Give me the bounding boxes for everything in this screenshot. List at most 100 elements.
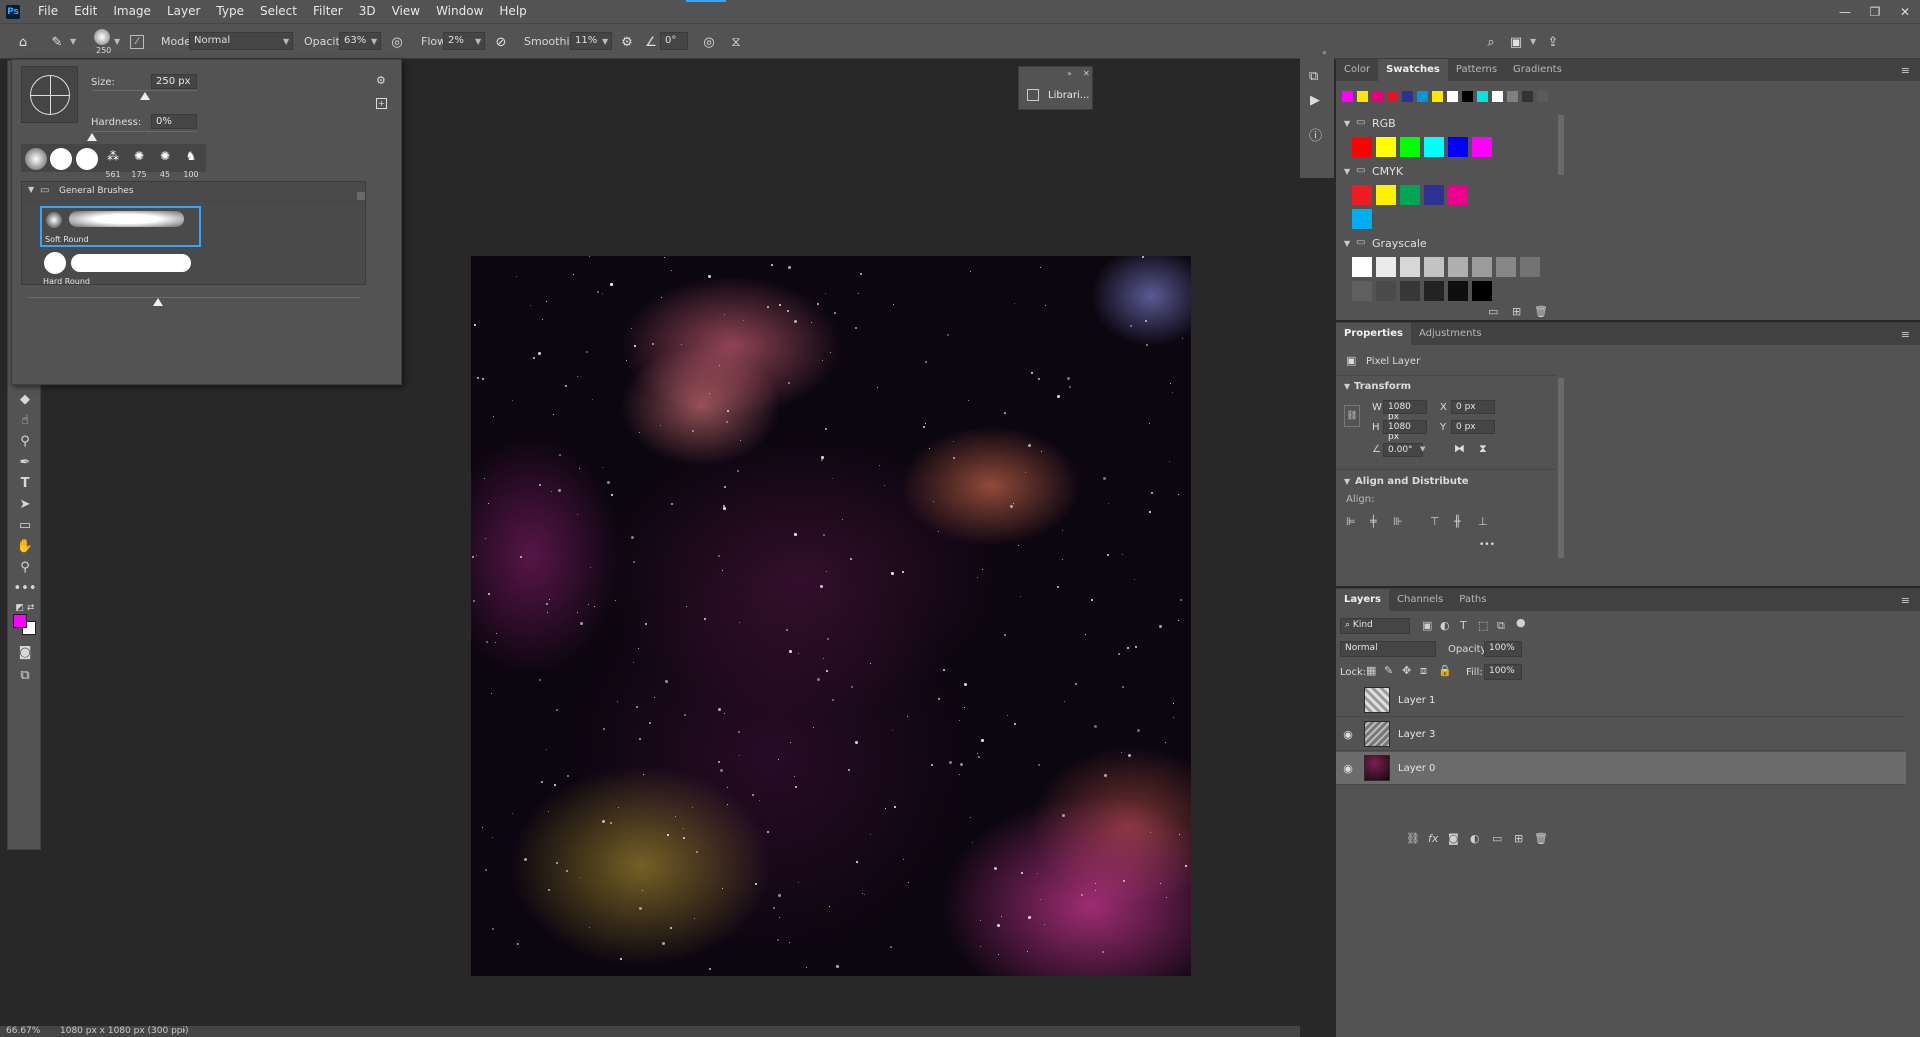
preview-size-slider-thumb[interactable] [153,298,163,306]
path-selection-tool-icon[interactable]: ➤ [8,493,42,515]
color-swatch[interactable] [1424,185,1444,205]
brush-settings-icon[interactable]: ⁄ [130,35,144,49]
chevron-down-icon[interactable]: ▼ [1344,167,1350,176]
filter-toggle-icon[interactable]: ● [1516,616,1526,629]
align-horizontal-centers-icon[interactable]: ╪ [1370,515,1377,528]
dodge-tool-icon[interactable]: ⚲ [8,430,42,452]
new-group-folder-icon[interactable]: ▭ [1488,305,1498,318]
workspace-icon[interactable]: ▣ [1507,33,1525,51]
info-icon[interactable]: ⓘ [1309,125,1322,144]
align-right-edges-icon[interactable]: ⊪ [1393,515,1403,528]
chevron-down-icon[interactable]: ▼ [1344,477,1350,486]
color-swatch[interactable] [1352,281,1372,301]
filter-pixel-icon[interactable]: ▣ [1422,619,1432,632]
color-swatch[interactable] [1492,91,1503,102]
layer-name[interactable]: Layer 1 [1398,695,1435,706]
tab-swatches[interactable]: Swatches [1378,59,1448,81]
color-swatch[interactable] [1400,257,1420,277]
menu-view[interactable]: View [384,0,428,23]
layer-filter-select[interactable]: ⌕ Kind [1340,618,1410,634]
recent-brush-6[interactable]: ✺ 45 [153,148,177,180]
color-swatch[interactable] [1448,281,1468,301]
color-swatch[interactable] [1376,257,1396,277]
color-swatch[interactable] [1352,137,1372,157]
foreground-color-swatch[interactable] [13,614,27,628]
fill-field[interactable]: 100% [1484,664,1522,680]
libraries-icon[interactable] [1027,89,1039,101]
rotation-field[interactable]: 0.00° [1383,443,1423,457]
quick-mask-icon[interactable]: ◙ [8,641,42,663]
more-tools-icon[interactable]: ••• [8,577,42,599]
color-swatch[interactable] [1342,91,1353,102]
tab-paths[interactable]: Paths [1451,589,1494,611]
tab-gradients[interactable]: Gradients [1505,59,1570,81]
color-swatch[interactable] [1402,91,1413,102]
size-slider-thumb[interactable] [139,92,150,100]
color-swatch[interactable] [1472,281,1492,301]
more-options-icon[interactable]: ••• [1479,540,1495,550]
recent-brush-4[interactable]: ⁂ 561 [101,148,125,180]
preview-size-slider-track[interactable] [27,297,360,298]
tab-adjustments[interactable]: Adjustments [1411,323,1490,345]
airbrush-icon[interactable]: ⊘ [492,33,510,51]
eye-icon[interactable]: ◉ [1336,728,1360,741]
brush-tool-icon[interactable]: ✎ [48,33,66,51]
color-swatch[interactable] [1520,257,1540,277]
brush-tip-preview[interactable] [21,66,78,123]
color-swatch[interactable] [1352,209,1372,229]
flow-chevron-down-icon[interactable]: ▼ [475,37,481,46]
color-swatch[interactable] [1400,185,1420,205]
history-icon[interactable]: ⧉ [1309,69,1318,84]
color-swatch[interactable] [1376,281,1396,301]
zoom-tool-icon[interactable]: ⚲ [8,556,42,578]
gear-icon[interactable]: ⚙ [376,74,386,87]
rotation-chevron-down-icon[interactable]: ▼ [1420,445,1425,453]
actions-play-icon[interactable]: ▶ [1310,93,1320,108]
swatches-scrollbar[interactable] [1558,115,1564,175]
menu-filter[interactable]: Filter [305,0,351,23]
y-field[interactable]: 0 px [1451,420,1495,434]
lock-artboard-icon[interactable]: ⧈ [1420,664,1427,678]
menu-window[interactable]: Window [428,0,491,23]
swatch-group-cmyk[interactable]: CMYK [1372,165,1403,178]
new-preset-icon[interactable]: + [376,98,387,109]
panel-menu-icon[interactable]: ≡ [1901,328,1910,341]
color-swatch[interactable] [1507,91,1518,102]
color-swatch[interactable] [1537,91,1548,102]
color-swatch[interactable] [1400,281,1420,301]
tab-properties[interactable]: Properties [1336,323,1411,345]
workspace-chevron-down-icon[interactable]: ▼ [1530,37,1536,46]
properties-scrollbar[interactable] [1558,378,1564,558]
color-swatch[interactable] [1448,137,1468,157]
color-swatch[interactable] [1448,257,1468,277]
restore-button[interactable]: ❐ [1860,0,1890,23]
opacity-chevron-down-icon[interactable]: ▼ [371,37,377,46]
tab-color[interactable]: Color [1336,59,1378,81]
gear-icon[interactable]: ⚙ [618,33,636,51]
menu-edit[interactable]: Edit [66,0,105,23]
color-swatch[interactable] [1447,91,1458,102]
color-swatch[interactable] [1424,137,1444,157]
hardness-slider-track[interactable] [92,131,197,132]
type-tool-icon[interactable]: T [8,472,42,494]
trash-icon[interactable]: 🗑 [1534,305,1548,318]
add-mask-icon[interactable]: ◙ [1448,832,1459,845]
lock-position-icon[interactable]: ✥ [1402,664,1411,677]
flip-horizontal-icon[interactable]: ⧓ [1454,442,1465,455]
pen-tool-icon[interactable]: ✒ [8,451,42,473]
new-swatch-icon[interactable]: ⊞ [1512,305,1521,318]
share-icon[interactable]: ⇪ [1544,33,1562,51]
recent-brush-1[interactable] [24,148,48,180]
angle-field[interactable]: 0° [660,32,688,50]
pressure-opacity-icon[interactable]: ◎ [388,33,406,51]
recent-brush-5[interactable]: ✺ 175 [127,148,151,180]
align-bottom-edges-icon[interactable]: ⊥ [1478,515,1488,528]
layer-style-fx-icon[interactable]: fx [1428,832,1438,845]
link-dimensions-icon[interactable]: ⛓ [1344,405,1360,427]
home-icon[interactable]: ⌂ [14,33,32,51]
filter-type-icon[interactable]: T [1460,619,1467,632]
paint-bucket-tool-icon[interactable]: ◆ [8,388,42,410]
lock-all-icon[interactable]: 🔒 [1438,664,1452,677]
screen-mode-icon[interactable]: ⧉ [8,664,42,686]
collapse-dock-icon[interactable]: « [1322,48,1327,57]
